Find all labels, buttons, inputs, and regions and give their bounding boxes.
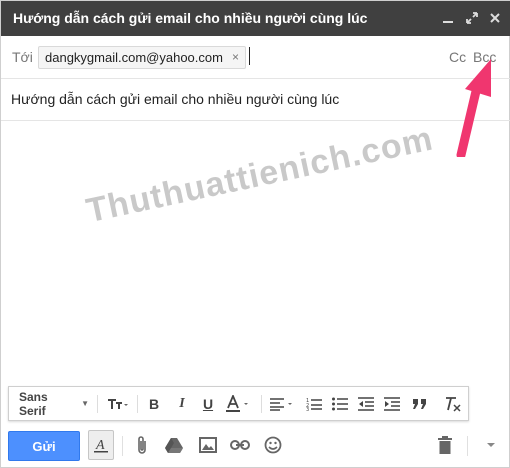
discard-draft-icon[interactable] [433,433,457,457]
close-icon[interactable] [484,7,506,29]
italic-icon[interactable]: I [171,387,193,420]
recipient-email: dangkygmail.com@yahoo.com [45,50,223,65]
send-button[interactable]: Gửi [8,431,80,461]
compose-title-bar[interactable]: Hướng dẫn cách gửi email cho nhiều người… [1,1,510,36]
formatting-toolbar: Sans Serif ▼ B I U 123 [8,386,469,421]
compose-title: Hướng dẫn cách gửi email cho nhiều người… [13,10,368,26]
text-color-icon[interactable] [223,387,253,420]
font-size-icon[interactable] [103,387,133,420]
annotation-arrow-icon [456,59,491,157]
attach-file-icon[interactable] [130,433,154,457]
svg-text:A: A [95,438,105,453]
subject-value: Hướng dẫn cách gửi email cho nhiều người… [11,91,340,107]
quote-icon[interactable] [409,387,431,420]
insert-emoji-icon[interactable] [261,433,285,457]
google-drive-icon[interactable] [162,433,186,457]
underline-icon[interactable]: U [197,387,219,420]
bulleted-list-icon[interactable] [329,387,351,420]
formatting-options-icon[interactable]: A [88,430,114,460]
numbered-list-icon[interactable]: 123 [303,387,325,420]
font-family-value: Sans Serif [19,389,48,418]
minimize-icon[interactable] [437,7,459,29]
indent-more-icon[interactable] [381,387,403,420]
divider [122,436,123,456]
font-family-select[interactable]: Sans Serif ▼ [19,387,89,420]
recipients-row[interactable]: Tới dangkygmail.com@yahoo.com × Cc Bcc [1,36,510,79]
clear-formatting-icon[interactable] [441,387,465,420]
svg-text:3: 3 [306,407,309,411]
align-icon[interactable] [267,387,297,420]
chevron-down-icon: ▼ [81,399,89,408]
compose-window: Hướng dẫn cách gửi email cho nhiều người… [0,0,510,468]
more-options-icon[interactable] [479,433,503,457]
divider [97,395,98,413]
text-cursor [249,47,250,65]
divider [137,395,138,413]
divider [261,395,262,413]
pop-out-icon[interactable] [461,7,483,29]
insert-photo-icon[interactable] [196,433,220,457]
recipient-chip[interactable]: dangkygmail.com@yahoo.com × [38,46,246,69]
insert-link-icon[interactable] [228,433,252,457]
to-label: Tới [12,49,33,65]
compose-action-bar: Gửi A [1,424,510,468]
bold-icon[interactable]: B [143,387,165,420]
subject-field[interactable]: Hướng dẫn cách gửi email cho nhiều người… [1,79,510,121]
divider [467,436,468,456]
remove-recipient-icon[interactable]: × [232,47,239,68]
indent-less-icon[interactable] [355,387,377,420]
